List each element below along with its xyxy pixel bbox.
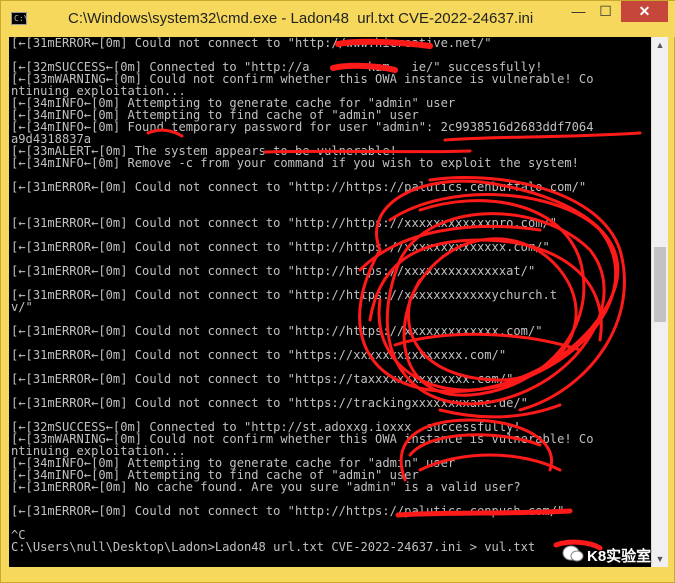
window-title: C:\Windows\system32\cmd.exe - Ladon48 ur… <box>68 10 534 27</box>
cmd-app-icon[interactable]: C:\ <box>11 12 29 25</box>
console-lines: [←[31mERROR←[0m] Could not connect to "h… <box>11 37 593 553</box>
scroll-down-arrow-icon[interactable]: ▼ <box>652 551 668 567</box>
cmd-icon-label: C:\ <box>14 14 29 23</box>
scroll-up-arrow-icon[interactable]: ▲ <box>652 37 668 53</box>
console-line: [←[31mERROR←[0m] Could not connect to "h… <box>11 396 528 410</box>
wechat-logo-icon <box>562 545 584 562</box>
scrollbar-thumb[interactable] <box>654 247 666 322</box>
title-bar[interactable]: C:\ C:\Windows\system32\cmd.exe - Ladon4… <box>1 1 675 37</box>
console-line: [←[31mERROR←[0m] Could not connect to "h… <box>11 324 543 338</box>
vertical-scrollbar[interactable]: ▲ ▼ <box>651 37 668 567</box>
console-line: [←[31mERROR←[0m] No cache found. Are you… <box>11 480 521 494</box>
console-line: [←[31mERROR←[0m] Could not connect to "h… <box>11 216 558 230</box>
console-output[interactable]: [←[31mERROR←[0m] Could not connect to "h… <box>9 37 651 567</box>
console-line: [←[31mERROR←[0m] Could not connect to "h… <box>11 372 514 386</box>
console-line: [←[31mERROR←[0m] Could not connect to "h… <box>11 348 507 362</box>
console-line: [←[31mERROR←[0m] Could not connect to "h… <box>11 504 565 518</box>
console-line: [←[31mERROR←[0m] Could not connect to "h… <box>11 288 558 302</box>
console-line: C:\Users\null\Desktop\Ladon>Ladon48 url.… <box>11 540 536 554</box>
console-line: [←[34mINFO←[0m] Found temporary password… <box>11 120 594 134</box>
close-button[interactable]: ✕ <box>621 1 668 22</box>
console-line: [←[31mERROR←[0m] Could not connect to "h… <box>11 37 492 50</box>
console-line: [←[34mINFO←[0m] Remove -c from your comm… <box>11 156 579 170</box>
cmd-window: C:\ C:\Windows\system32\cmd.exe - Ladon4… <box>0 0 675 583</box>
console-line: [←[31mERROR←[0m] Could not connect to "h… <box>11 240 550 254</box>
watermark-text: K8实验室 <box>587 548 652 565</box>
maximize-button[interactable]: ☐ <box>593 1 618 22</box>
console-line: [←[31mERROR←[0m] Could not connect to "h… <box>11 264 536 278</box>
console-line: [←[31mERROR←[0m] Could not connect to "h… <box>11 180 587 194</box>
minimize-button[interactable]: — <box>566 1 591 22</box>
console-line: v/" <box>11 300 33 314</box>
